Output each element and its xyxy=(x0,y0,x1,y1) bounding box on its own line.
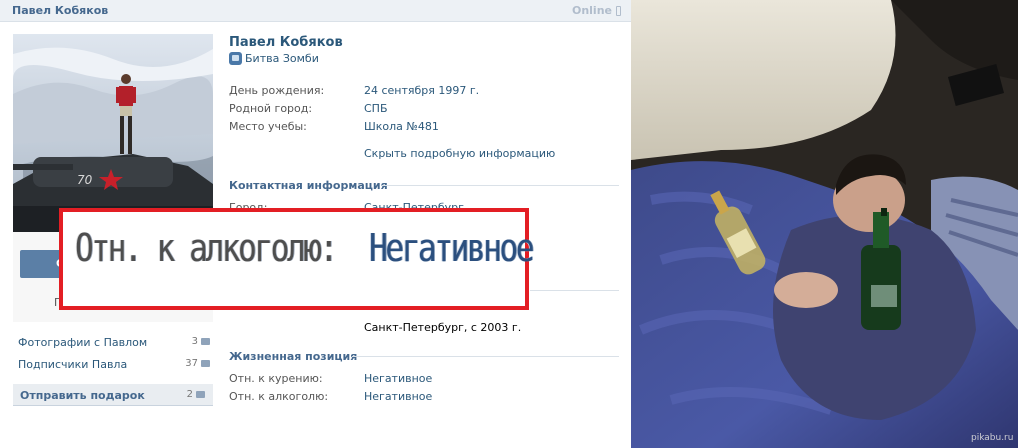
contacts-section-title: Контактная информация xyxy=(229,179,388,192)
photos-count: 3 xyxy=(180,336,210,347)
photos-count-value: 3 xyxy=(191,336,198,347)
svg-text:70: 70 xyxy=(77,173,93,187)
send-gift-label: Отправить подарок xyxy=(20,389,145,402)
smoking-value[interactable]: Негативное xyxy=(364,372,432,385)
followers-link[interactable]: Подписчики Павла xyxy=(18,358,127,371)
education-value: Санкт-Петербург, с 2003 г. xyxy=(364,321,522,334)
profile-avatar[interactable]: 70 xyxy=(13,34,213,232)
avatar-image: 70 xyxy=(13,34,213,232)
school-label: Место учебы: xyxy=(229,120,307,133)
life-section-title: Жизненная позиция xyxy=(229,350,358,363)
photo-image: pikabu.ru xyxy=(631,0,1018,448)
smoking-label: Отн. к курению: xyxy=(229,372,323,385)
gift-count: 2 xyxy=(187,389,205,400)
school-value[interactable]: Школа №481 xyxy=(364,120,439,133)
hide-info-link[interactable]: Скрыть подробную информацию xyxy=(364,147,555,160)
gift-count-value: 2 xyxy=(186,389,193,400)
followers-count-value: 37 xyxy=(185,358,198,369)
send-gift-bar[interactable]: Отправить подарок 2 xyxy=(13,384,213,406)
zoomed-highlight-box: Отн. к алкоголю: Негативное xyxy=(59,208,534,310)
followers-count: 37 xyxy=(180,358,210,369)
zoomed-alcohol-label: Отн. к алкоголю: xyxy=(75,226,338,270)
header-name[interactable]: Павел Кобяков xyxy=(12,4,108,17)
profile-status[interactable]: Битва Зомби xyxy=(229,52,319,65)
photos-with-link[interactable]: Фотографии с Павлом xyxy=(18,336,147,349)
mobile-phone-icon xyxy=(616,5,621,16)
online-status: Online xyxy=(572,4,621,17)
camera-icon xyxy=(201,338,210,345)
birthday-label: День рождения: xyxy=(229,84,325,97)
profile-header-bar: Павел Кобяков Online xyxy=(0,0,631,22)
hometown-label: Родной город: xyxy=(229,102,313,115)
zoomed-alcohol-value: Негативное xyxy=(369,226,534,270)
contrast-photo: pikabu.ru xyxy=(631,0,1018,448)
status-app-name: Битва Зомби xyxy=(245,52,319,65)
app-icon xyxy=(229,52,242,65)
profile-name: Павел Кобяков xyxy=(229,35,343,50)
hometown-value[interactable]: СПБ xyxy=(364,102,388,115)
vk-profile-panel: Павел Кобяков Online 70 Г Фотографии с П… xyxy=(0,0,631,448)
life-divider xyxy=(352,356,619,357)
alcohol-value[interactable]: Негативное xyxy=(364,390,432,403)
contacts-divider xyxy=(382,185,619,186)
people-icon xyxy=(201,360,210,367)
gift-icon xyxy=(196,391,205,398)
watermark-text: pikabu.ru xyxy=(971,433,1013,443)
online-label: Online xyxy=(571,4,612,17)
alcohol-label: Отн. к алкоголю: xyxy=(229,390,329,403)
birthday-value[interactable]: 24 сентября 1997 г. xyxy=(364,84,479,97)
education-divider xyxy=(530,290,619,291)
